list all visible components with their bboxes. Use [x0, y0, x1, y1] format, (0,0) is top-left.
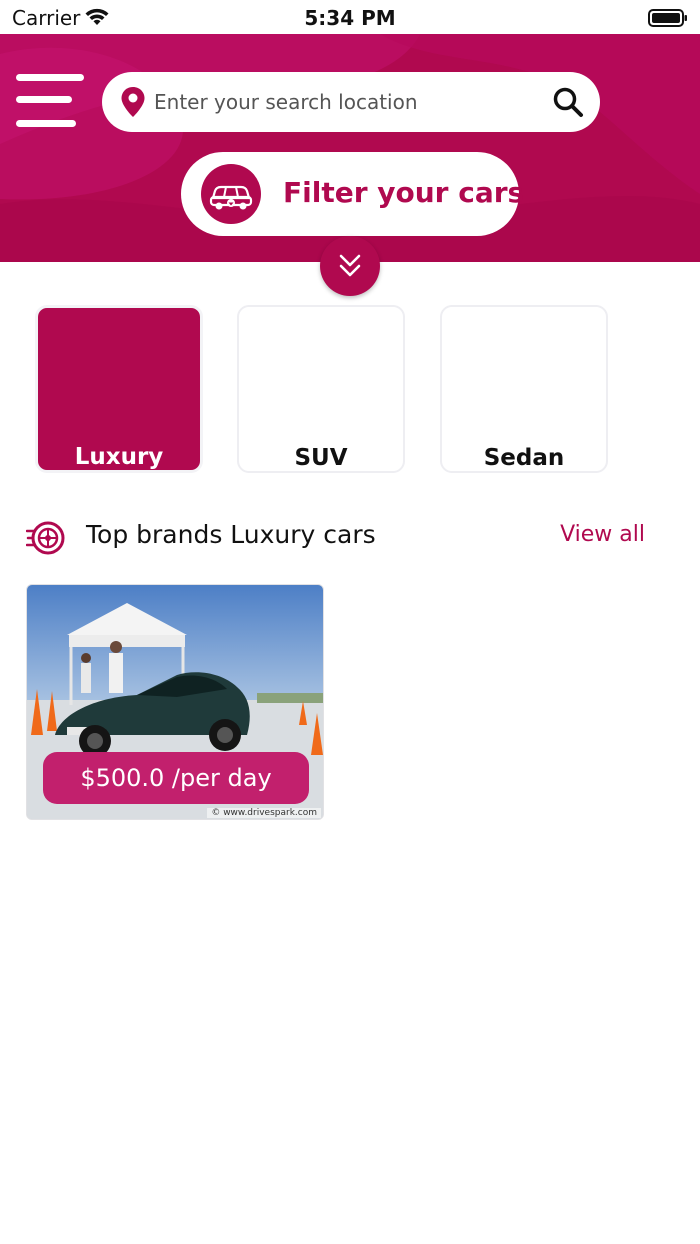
category-luxury[interactable]: Luxury — [35, 305, 203, 473]
search-input[interactable] — [154, 82, 534, 122]
photo-watermark: © www.drivespark.com — [207, 808, 321, 818]
battery-icon — [648, 9, 687, 27]
section-title: Top brands Luxury cars — [86, 520, 376, 549]
status-time: 5:34 PM — [304, 6, 396, 30]
expand-filters-button[interactable] — [320, 236, 380, 296]
price-badge[interactable]: $500.0 /per day — [43, 752, 309, 804]
status-bar: Carrier 5:34 PM — [0, 0, 700, 34]
view-all-link[interactable]: View all — [560, 522, 645, 547]
wheel-icon — [26, 521, 65, 555]
filter-cars-button[interactable]: Filter your cars — [181, 152, 524, 236]
filter-label: Filter your cars — [283, 176, 525, 209]
search-icon[interactable] — [552, 86, 584, 118]
location-pin-icon — [121, 87, 145, 117]
double-chevron-down-icon — [339, 254, 361, 277]
category-suv[interactable]: SUV — [237, 305, 405, 473]
search-bar — [102, 72, 600, 132]
category-sedan[interactable]: Sedan — [440, 305, 608, 473]
menu-button[interactable] — [16, 72, 86, 132]
category-label: Luxury — [74, 444, 164, 470]
category-label: SUV — [294, 445, 348, 471]
category-label: Sedan — [483, 445, 565, 471]
menu-icon — [16, 74, 84, 127]
car-icon — [201, 164, 261, 224]
car-card[interactable]: $500.0 /per day © www.drivespark.com — [26, 584, 324, 820]
